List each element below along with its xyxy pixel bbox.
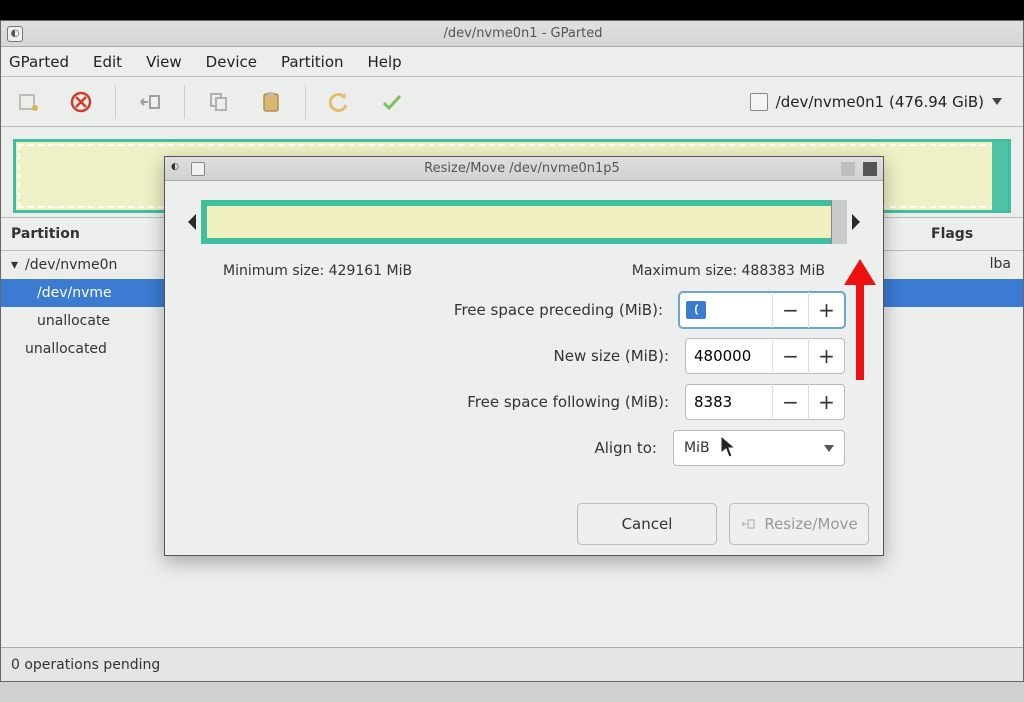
- partition-name: unallocated: [25, 341, 107, 357]
- dialog-titlebar[interactable]: ◐ Resize/Move /dev/nvme0n1p5: [165, 157, 883, 181]
- new-size-input[interactable]: [686, 347, 772, 365]
- decrement-button[interactable]: −: [772, 384, 808, 420]
- increment-button[interactable]: +: [808, 292, 844, 328]
- toolbar: /dev/nvme0n1 (476.94 GiB): [1, 77, 1023, 127]
- minimum-size-label: Minimum size: 429161 MiB: [223, 263, 412, 279]
- delete-partition-button[interactable]: [63, 84, 99, 120]
- tree-expander-icon[interactable]: ▾: [11, 257, 25, 273]
- decrement-button[interactable]: −: [772, 338, 808, 374]
- align-to-combo[interactable]: MiB: [673, 430, 845, 466]
- decrement-button[interactable]: −: [772, 292, 808, 328]
- resize-graph[interactable]: [201, 200, 847, 244]
- new-partition-button[interactable]: [11, 84, 47, 120]
- free-following-block[interactable]: [831, 200, 847, 244]
- dialog-title: Resize/Move /dev/nvme0n1p5: [211, 161, 833, 176]
- undo-button[interactable]: [322, 84, 358, 120]
- resize-handle-right[interactable]: [847, 213, 865, 231]
- status-text: 0 operations pending: [11, 657, 160, 673]
- minimize-icon[interactable]: [841, 162, 855, 176]
- resize-handle-left[interactable]: [183, 213, 201, 231]
- menu-partition[interactable]: Partition: [281, 53, 344, 71]
- chevron-down-icon: [824, 445, 834, 452]
- free-preceding-spinner[interactable]: − +: [679, 292, 845, 328]
- desktop-edge: [0, 0, 1024, 20]
- main-titlebar[interactable]: ◐ /dev/nvme0n1 - GParted: [1, 21, 1023, 47]
- free-following-spinner[interactable]: − +: [685, 384, 845, 420]
- menu-edit[interactable]: Edit: [93, 53, 122, 71]
- partition-name: /dev/nvme: [25, 285, 112, 301]
- menu-view[interactable]: View: [146, 53, 182, 71]
- system-menu-icon[interactable]: ◐: [171, 162, 185, 176]
- align-to-value: MiB: [684, 440, 710, 456]
- swap-partition-block[interactable]: [992, 142, 1008, 210]
- new-size-spinner[interactable]: − +: [685, 338, 845, 374]
- apply-button[interactable]: [374, 84, 410, 120]
- dialog-app-icon: [191, 162, 205, 176]
- partition-name: /dev/nvme0n: [25, 257, 117, 273]
- free-preceding-label: Free space preceding (MiB):: [303, 301, 679, 319]
- device-selector-label: /dev/nvme0n1 (476.94 GiB): [776, 93, 984, 111]
- copy-button[interactable]: [201, 84, 237, 120]
- resize-move-confirm-button[interactable]: Resize/Move: [729, 503, 869, 545]
- statusbar: 0 operations pending: [1, 647, 1023, 681]
- resize-move-button[interactable]: [132, 84, 168, 120]
- partition-name: unallocate: [25, 313, 110, 329]
- resize-icon: [740, 516, 756, 532]
- free-following-input[interactable]: [686, 393, 772, 411]
- align-to-label: Align to:: [303, 439, 673, 457]
- free-following-label: Free space following (MiB):: [303, 393, 685, 411]
- cancel-button[interactable]: Cancel: [577, 503, 717, 545]
- increment-button[interactable]: +: [808, 384, 844, 420]
- maximum-size-label: Maximum size: 488383 MiB: [632, 263, 825, 279]
- paste-button[interactable]: [253, 84, 289, 120]
- disk-icon: [750, 93, 768, 111]
- free-preceding-input[interactable]: [686, 301, 706, 319]
- menubar: GParted Edit View Device Partition Help: [1, 47, 1023, 77]
- main-window-title: /dev/nvme0n1 - GParted: [29, 26, 1017, 41]
- maximize-icon[interactable]: [863, 162, 877, 176]
- chevron-down-icon: [992, 98, 1002, 105]
- resize-move-dialog: ◐ Resize/Move /dev/nvme0n1p5 Minimum siz…: [164, 156, 884, 556]
- device-selector[interactable]: /dev/nvme0n1 (476.94 GiB): [739, 86, 1013, 118]
- new-size-label: New size (MiB):: [303, 347, 685, 365]
- menu-device[interactable]: Device: [206, 53, 257, 71]
- column-flags[interactable]: Flags: [921, 218, 1011, 250]
- system-menu-icon[interactable]: ◐: [7, 26, 23, 42]
- flags-value: lba: [990, 256, 1011, 272]
- increment-button[interactable]: +: [808, 338, 844, 374]
- menu-help[interactable]: Help: [368, 53, 402, 71]
- menu-gparted[interactable]: GParted: [9, 53, 69, 71]
